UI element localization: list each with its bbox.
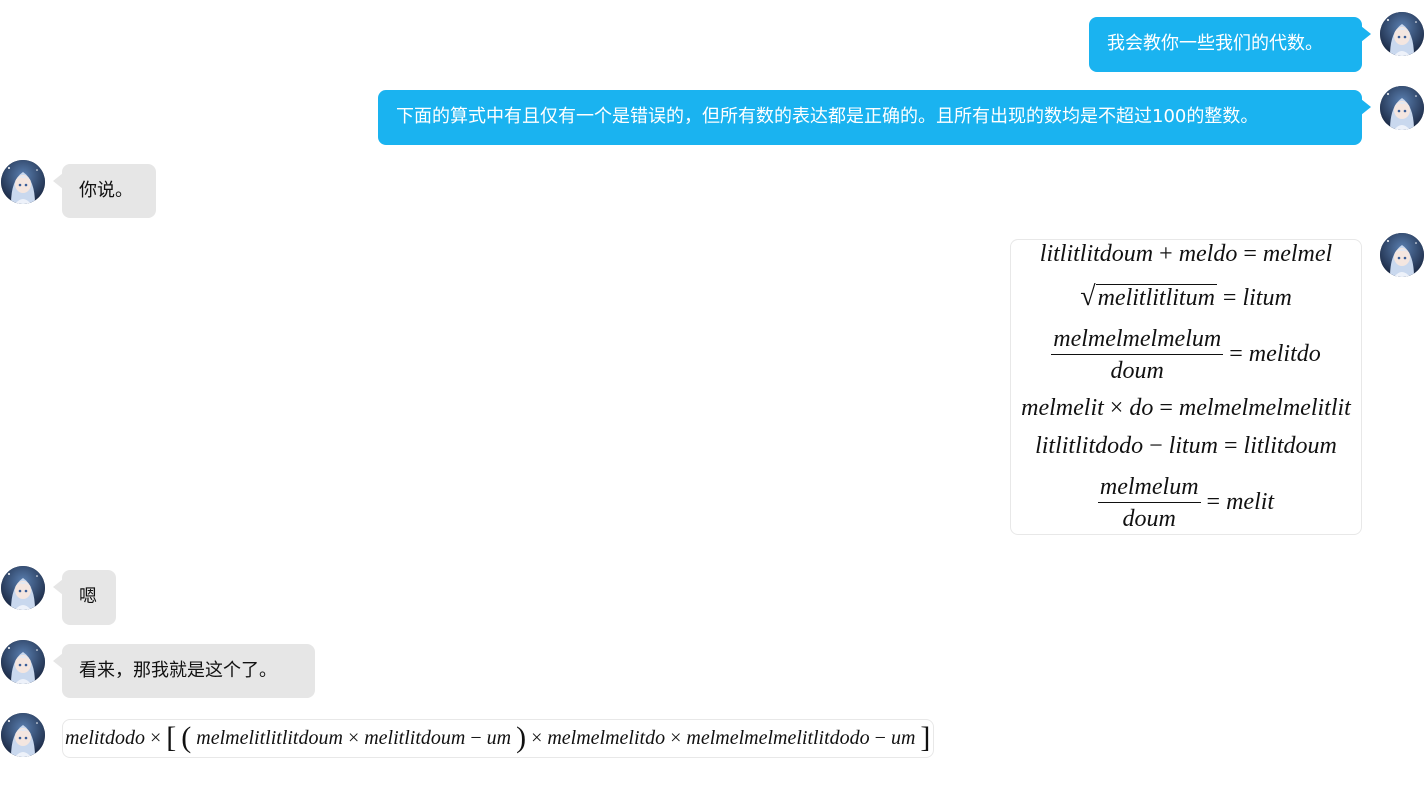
message-text: 嗯: [79, 586, 97, 607]
avatar: [1, 566, 45, 610]
avatar: [1380, 86, 1424, 130]
fraction: melmelum doum: [1097, 474, 1201, 532]
fraction: melmelmelmelum doum: [1051, 326, 1224, 384]
equation-4: melmelit × do = melmelmelmelitlit: [1021, 395, 1351, 421]
anime-girl-avatar-icon: [1, 713, 45, 757]
equation-1: litlitlitdoum + meldo = melmel: [1039, 241, 1333, 267]
expression: melitdodo × [ ( melmelitlitlitdoum × mel…: [65, 721, 931, 754]
sqrt: √melitlitlitum: [1080, 281, 1217, 312]
right-bracket: ]: [920, 721, 931, 754]
message-text: 下面的算式中有且仅有一个是错误的，但所有数的表达都是正确的。且所有出现的数均是不…: [396, 106, 1259, 127]
left-bracket: [: [166, 721, 177, 754]
message-text: 看来，那我就是这个了。: [79, 660, 277, 681]
message-bubble: 下面的算式中有且仅有一个是错误的，但所有数的表达都是正确的。且所有出现的数均是不…: [378, 90, 1371, 145]
equation-2: √melitlitlitum = litum: [1011, 280, 1361, 315]
equation-3: melmelmelmelum doum = melitdo: [1011, 324, 1361, 387]
left-paren: (: [181, 721, 192, 754]
expression-card: melitdodo × [ ( melmelitlitlitdoum × mel…: [62, 719, 934, 758]
avatar: [1, 160, 45, 204]
anime-girl-avatar-icon: [1380, 233, 1424, 277]
message-bubble: 你说。: [53, 164, 156, 218]
avatar: [1380, 233, 1424, 277]
message-bubble: 我会教你一些我们的代数。: [1089, 17, 1371, 72]
message-bubble: 看来，那我就是这个了。: [53, 644, 315, 698]
avatar: [1, 713, 45, 757]
anime-girl-avatar-icon: [1, 160, 45, 204]
equation-6: melmelum doum = melit: [1011, 472, 1361, 535]
sqrt-icon: √: [1080, 281, 1096, 312]
anime-girl-avatar-icon: [1380, 12, 1424, 56]
equation-card: litlitlitdoum + meldo = melmel √melitlit…: [1010, 239, 1362, 535]
avatar: [1380, 12, 1424, 56]
message-text: 我会教你一些我们的代数。: [1107, 33, 1323, 54]
avatar: [1, 640, 45, 684]
anime-girl-avatar-icon: [1, 566, 45, 610]
message-bubble: 嗯: [53, 570, 116, 625]
anime-girl-avatar-icon: [1380, 86, 1424, 130]
message-text: 你说。: [79, 180, 133, 201]
anime-girl-avatar-icon: [1, 640, 45, 684]
right-paren: ): [516, 721, 527, 754]
equation-5: litlitlitdodo − litum = litlitdoum: [1035, 433, 1337, 459]
